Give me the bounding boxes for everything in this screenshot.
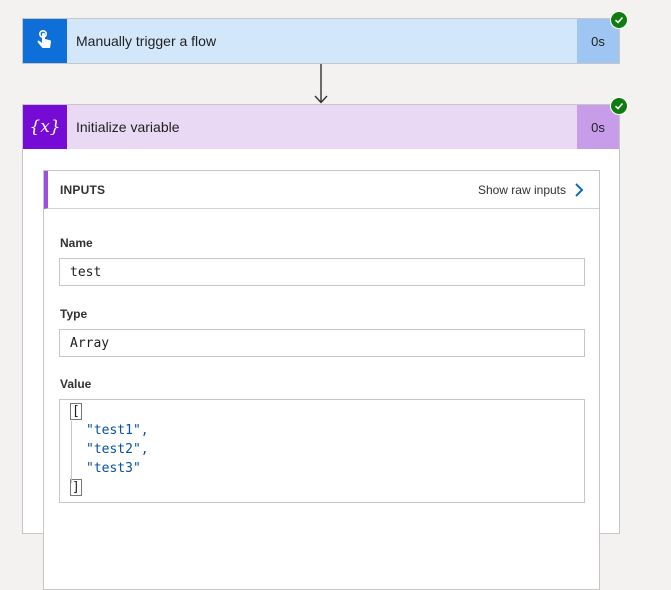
trigger-card[interactable]: Manually trigger a flow 0s bbox=[22, 18, 620, 64]
chevron-right-icon bbox=[575, 182, 584, 197]
name-field: test bbox=[59, 258, 585, 286]
trigger-title: Manually trigger a flow bbox=[76, 33, 217, 49]
inputs-heading: INPUTS bbox=[60, 182, 106, 197]
variable-icon: {x} bbox=[23, 105, 67, 149]
show-raw-inputs-label: Show raw inputs bbox=[477, 182, 566, 197]
value-item: "test3" bbox=[86, 461, 141, 476]
type-label: Type bbox=[60, 307, 88, 321]
value-label: Value bbox=[60, 377, 92, 391]
value-field: [ "test1", "test2", "test3" ] bbox=[59, 399, 585, 503]
inputs-panel: INPUTS Show raw inputs Name test Type Ar… bbox=[43, 170, 600, 590]
variable-card-header[interactable]: {x} Initialize variable 0s bbox=[23, 105, 619, 149]
type-field: Array bbox=[59, 329, 585, 357]
hand-tap-icon bbox=[23, 19, 67, 63]
value-item: "test2", bbox=[86, 442, 149, 457]
show-raw-inputs-link[interactable]: Show raw inputs bbox=[478, 182, 584, 198]
indent-guide bbox=[71, 421, 72, 483]
initialize-variable-card[interactable]: {x} Initialize variable 0s INPUTS Show r… bbox=[22, 104, 620, 590]
value-item: "test1", bbox=[86, 423, 149, 438]
open-bracket: [ bbox=[70, 403, 82, 420]
success-check-icon bbox=[610, 11, 628, 29]
name-value: test bbox=[70, 264, 102, 280]
inputs-header: INPUTS Show raw inputs bbox=[44, 171, 599, 209]
variable-title: Initialize variable bbox=[76, 119, 180, 135]
success-check-icon bbox=[610, 97, 628, 115]
flow-arrow-icon bbox=[314, 64, 328, 104]
type-value: Array bbox=[70, 335, 110, 351]
name-label: Name bbox=[60, 236, 93, 250]
trigger-card-header[interactable]: Manually trigger a flow 0s bbox=[23, 19, 619, 63]
